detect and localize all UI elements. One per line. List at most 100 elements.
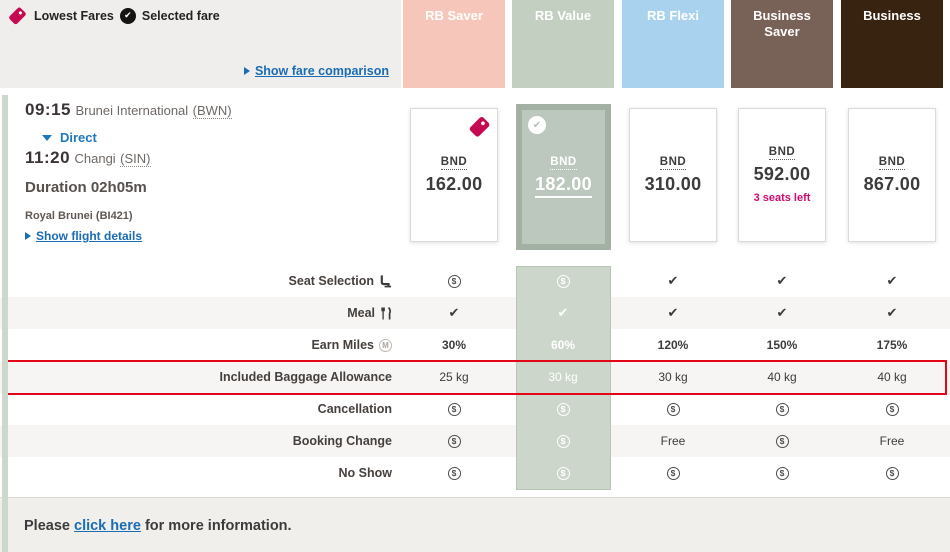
feature-value-text: 120% [658,338,689,352]
feature-row: Seat Selection $ $ ✔ ✔ ✔ [0,265,950,297]
feature-label-text: Cancellation [318,402,392,416]
feature-value-text: 25 kg [439,370,468,384]
lowest-fares-label: Lowest Fares [34,9,114,23]
feature-value-text: 175% [877,338,908,352]
check-icon: ✔ [777,306,788,321]
lowest-fare-tag-icon [466,114,492,140]
price-currency: BND [879,156,905,170]
feature-value-cell: $ [512,265,614,297]
feature-value-cell: $ [403,457,505,489]
feature-value-text: 30% [442,338,466,352]
fee-icon: $ [776,467,789,480]
show-fare-comparison-link[interactable]: Show fare comparison [244,64,389,78]
stops-indicator[interactable]: Direct [42,130,97,145]
feature-value-cell: 30 kg [512,361,614,393]
more-info-link[interactable]: click here [74,518,141,534]
fare-header-rb-flexi[interactable]: RB Flexi [622,0,724,88]
fare-header-business[interactable]: Business [841,0,943,88]
show-flight-details-link[interactable]: Show flight details [25,229,142,243]
airline-flight-number: Royal Brunei (BI421) [25,210,133,222]
fee-icon: $ [448,467,461,480]
price-card-rb-flexi[interactable]: BND310.00 [629,108,717,242]
triangle-right-icon [244,67,250,75]
selected-check-icon: ✔ [528,116,546,134]
feature-value-text: 150% [767,338,798,352]
feature-value-cell: $ [731,425,833,457]
departure-airport-code: (BWN) [193,103,232,119]
arrival-time: 11:20 [25,148,70,167]
selected-fare-label: Selected fare [142,9,220,23]
fee-icon: $ [776,435,789,448]
fee-icon: $ [557,275,570,288]
price-currency: BND [769,146,795,160]
price-currency: BND [441,156,467,170]
seats-left-note: 3 seats left [754,192,811,204]
fee-icon: $ [667,403,680,416]
check-icon: ✔ [449,306,460,321]
feature-label: Included Baggage Allowance [0,361,400,393]
fare-header-business-saver[interactable]: Business Saver [731,0,833,88]
lowest-fares-tag-icon [6,5,28,27]
duration-label: Duration [25,179,87,196]
fee-icon: $ [448,275,461,288]
chevron-down-icon [42,135,52,141]
feature-value-cell: Free [622,425,724,457]
feature-value-text: Free [661,434,686,448]
fare-legend: Lowest Fares ✔ Selected fare [6,5,220,27]
feature-label-text: Seat Selection [289,274,374,288]
check-icon: ✔ [887,274,898,289]
price-currency: BND [550,156,576,170]
feature-label: Booking Change [0,425,400,457]
feature-row: Meal✔✔✔✔✔ [0,297,950,329]
feature-label: Meal [0,297,400,329]
feature-value-text: 60% [551,338,575,352]
fee-icon: $ [557,467,570,480]
feature-value-cell: 30 kg [622,361,724,393]
arrival-airport-code: (SIN) [120,151,150,167]
feature-value-cell: 120% [622,329,724,361]
feature-value-cell: 30% [403,329,505,361]
feature-label-text: Meal [347,306,375,320]
fee-icon: $ [557,435,570,448]
check-icon: ✔ [558,306,569,321]
feature-value-cell: $ [403,425,505,457]
show-fare-comparison-label: Show fare comparison [255,64,389,78]
feature-value-cell: 25 kg [403,361,505,393]
feature-label-text: No Show [339,466,392,480]
price-card-rb-value[interactable]: ✔BND182.00 [516,104,611,250]
feature-value-cell: $ [841,457,943,489]
feature-label: Cancellation [0,393,400,425]
fare-header-label: RB Flexi [647,8,699,23]
feature-value-text: 30 kg [548,370,577,384]
feature-value-text: Free [880,434,905,448]
feature-value-cell: $ [731,457,833,489]
feature-label: Earn MilesM [0,329,400,361]
check-icon: ✔ [777,274,788,289]
footer-text: Please click here for more information. [24,518,292,534]
departure-line: 09:15 Brunei International (BWN) [25,100,232,120]
feature-value-cell: 150% [731,329,833,361]
fee-icon: $ [667,467,680,480]
feature-value-cell: $ [512,425,614,457]
info-footer: Please click here for more information. [0,497,950,552]
footer-suffix: for more information. [141,518,292,534]
feature-value-cell: ✔ [403,297,505,329]
fare-header-label: Business Saver [753,8,811,39]
fare-header-label: RB Saver [425,8,483,23]
feature-value-cell: ✔ [622,265,724,297]
fee-icon: $ [448,403,461,416]
departure-airport: Brunei International [75,103,188,118]
fare-header-rb-value[interactable]: RB Value [512,0,614,88]
fare-header-rb-saver[interactable]: RB Saver [403,0,505,88]
meal-icon [380,307,392,320]
feature-value-text: 40 kg [877,370,906,384]
feature-value-cell: $ [622,393,724,425]
check-icon: ✔ [668,274,679,289]
price-card-business-saver[interactable]: BND592.003 seats left [738,108,826,242]
feature-value-cell: $ [512,393,614,425]
price-card-business[interactable]: BND867.00 [848,108,936,242]
feature-row: Earn MilesM 30% 60% 120% 150% 175% [0,329,950,361]
price-card-rb-saver[interactable]: BND162.00 [410,108,498,242]
feature-value-cell: 60% [512,329,614,361]
feature-value-cell: 40 kg [841,361,943,393]
